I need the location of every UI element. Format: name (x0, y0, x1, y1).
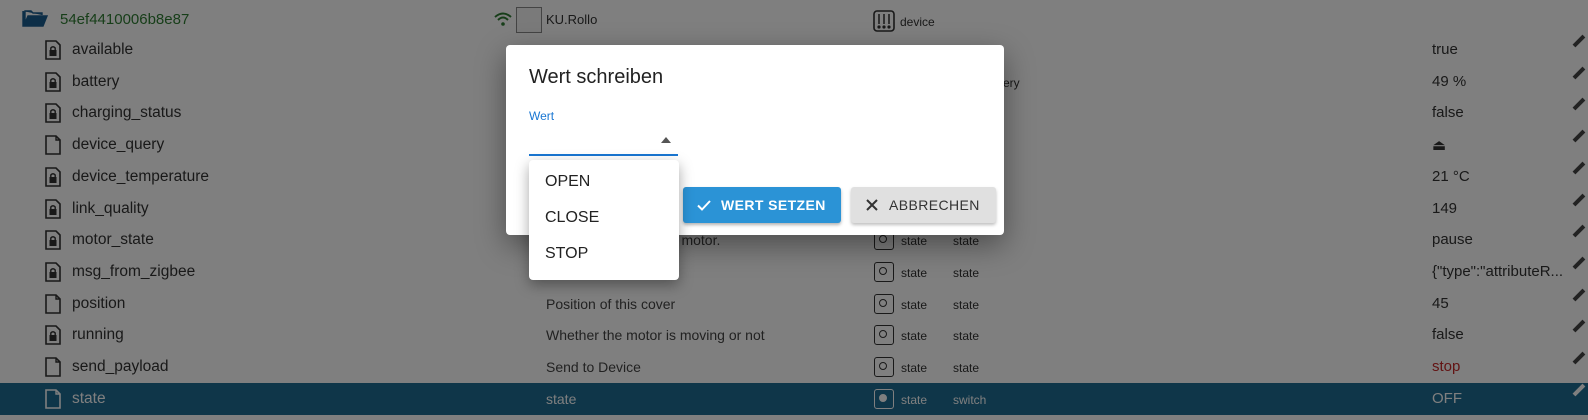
value-field-label: Wert (529, 109, 555, 123)
check-icon (697, 200, 711, 211)
value-options-menu: OPEN CLOSE STOP (529, 160, 679, 280)
value-select-underline (529, 154, 678, 156)
value-select[interactable] (529, 125, 679, 156)
caret-up-icon[interactable] (661, 137, 671, 143)
set-value-label: WERT SETZEN (721, 197, 826, 213)
close-icon (866, 199, 878, 211)
dialog-title: Wert schreiben (529, 66, 664, 88)
option-open[interactable]: OPEN (529, 164, 679, 200)
cancel-button[interactable]: ABBRECHEN (851, 187, 996, 223)
option-stop[interactable]: STOP (529, 236, 679, 272)
option-close[interactable]: CLOSE (529, 200, 679, 236)
set-value-button[interactable]: WERT SETZEN (683, 187, 841, 223)
cancel-label: ABBRECHEN (889, 197, 980, 213)
